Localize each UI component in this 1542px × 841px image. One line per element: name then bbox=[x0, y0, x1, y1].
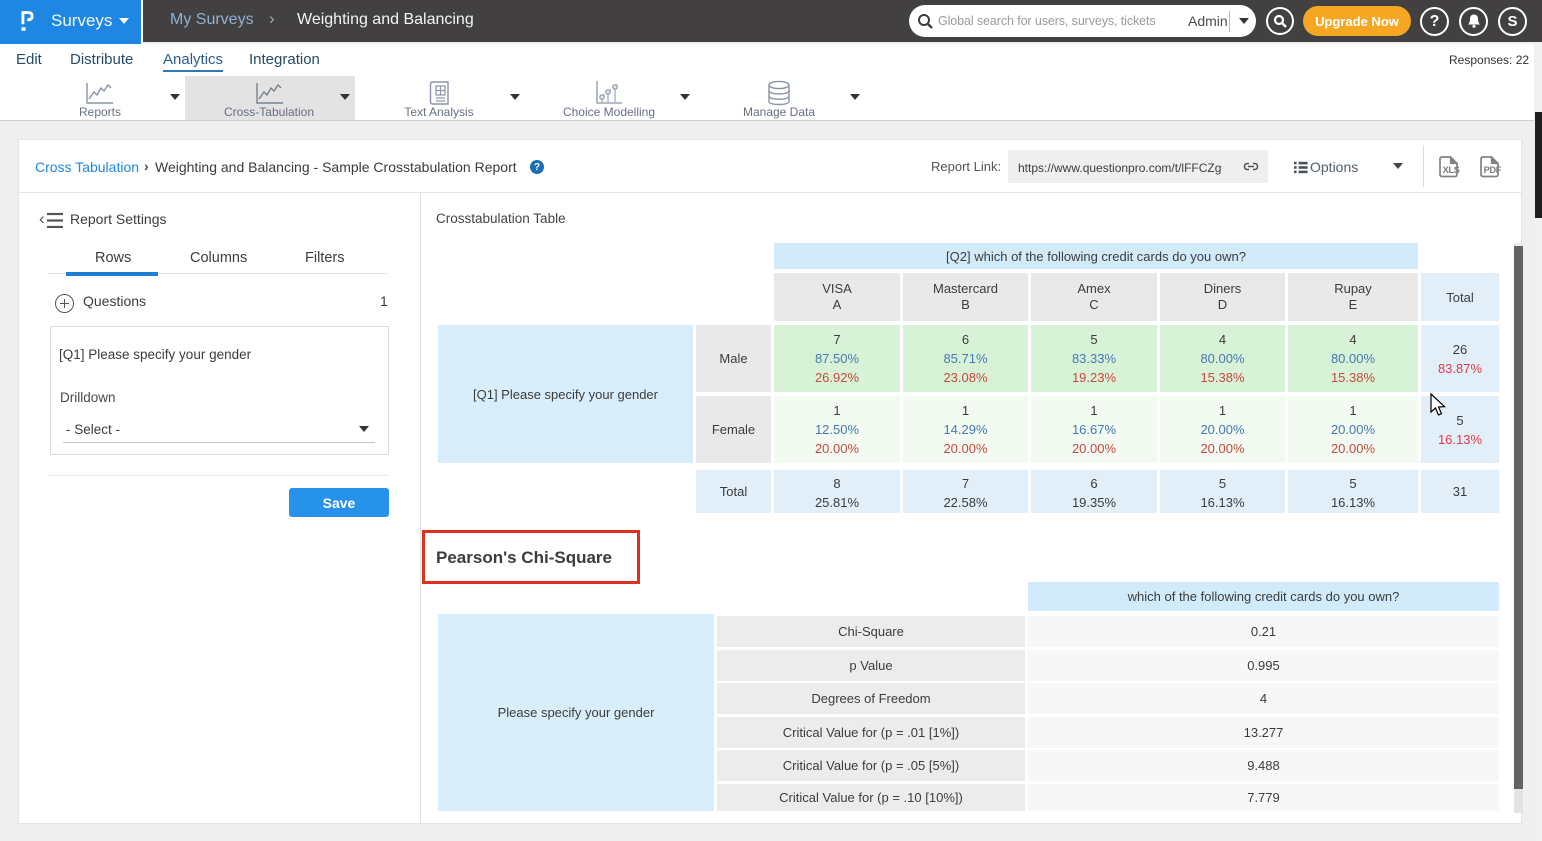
svg-text:PDF: PDF bbox=[1484, 165, 1502, 175]
svg-text:XLS: XLS bbox=[1443, 165, 1460, 175]
